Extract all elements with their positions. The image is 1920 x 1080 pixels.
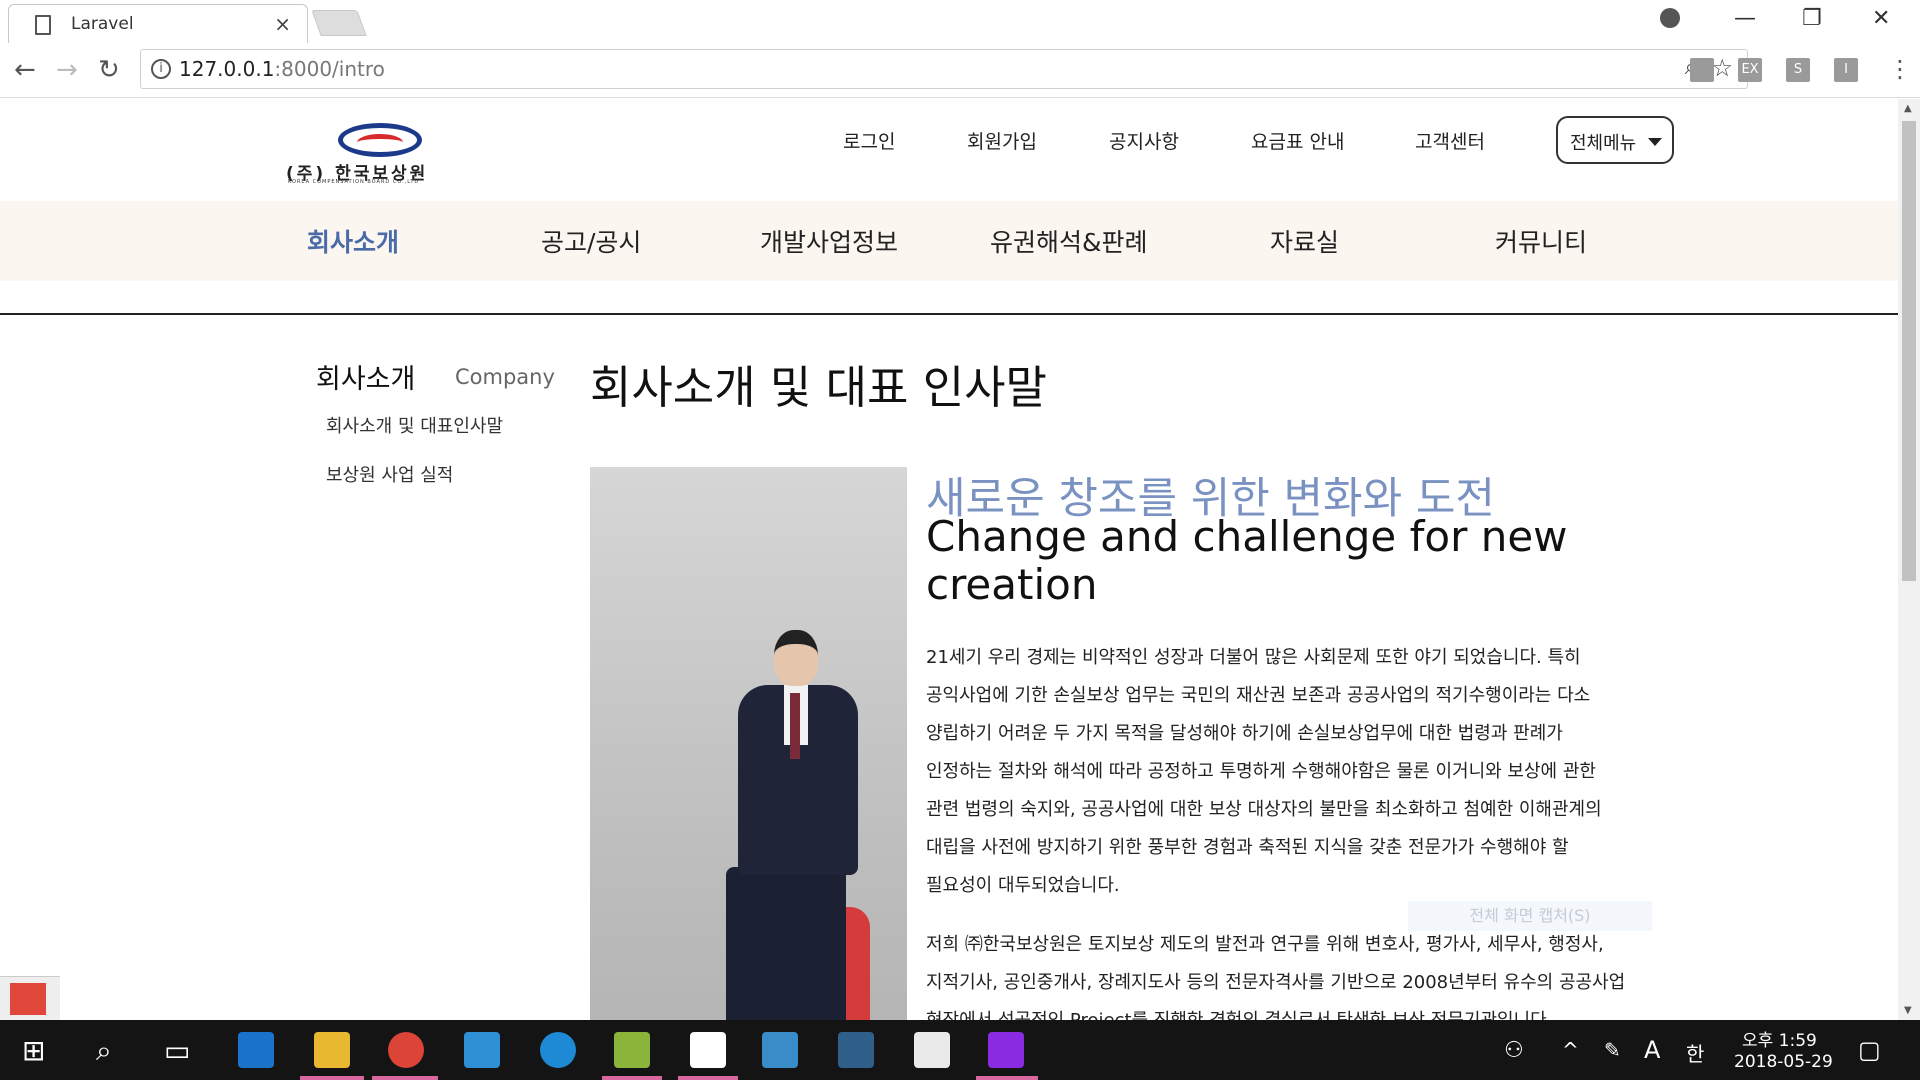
new-tab-button[interactable] bbox=[311, 10, 367, 36]
page-scrollbar[interactable]: ▲ ▼ bbox=[1898, 99, 1920, 1020]
active-indicator bbox=[372, 1076, 438, 1080]
tab-title: Laravel bbox=[71, 14, 134, 34]
company-logo[interactable]: (주) 한국보상원 KOREA COMPENSATION BOARD CO.,L… bbox=[286, 121, 476, 185]
logo-emblem-icon bbox=[338, 123, 422, 157]
all-menu-button[interactable]: 전체메뉴 bbox=[1556, 116, 1674, 164]
main-nav-company[interactable]: 회사소개 bbox=[307, 223, 399, 259]
sticky-notes-icon[interactable] bbox=[690, 1032, 726, 1068]
windows-start-icon[interactable]: ⊞ bbox=[22, 1034, 45, 1067]
internet-explorer-icon[interactable] bbox=[540, 1032, 576, 1068]
bookmark-star-icon[interactable]: ☆ bbox=[1711, 54, 1733, 82]
intro-paragraph-2: 저희 ㈜한국보상원은 토지보상 제도의 발전과 연구를 위해 변호사, 평가사,… bbox=[926, 934, 1626, 1020]
active-indicator bbox=[678, 1076, 738, 1080]
side-nav-title-en: Company bbox=[455, 365, 555, 389]
main-nav-dev-projects[interactable]: 개발사업정보 bbox=[760, 223, 898, 259]
browser-tab[interactable]: Laravel × bbox=[8, 4, 308, 43]
search-icon[interactable]: ⌕ bbox=[96, 1034, 112, 1068]
all-menu-label: 전체메뉴 bbox=[1570, 133, 1637, 154]
restore-icon[interactable]: ❐ bbox=[1802, 6, 1822, 31]
site-header: (주) 한국보상원 KOREA COMPENSATION BOARD CO.,L… bbox=[0, 99, 1898, 201]
util-nav-pricing[interactable]: 요금표 안내 bbox=[1251, 127, 1344, 154]
page-viewport: (주) 한국보상원 KOREA COMPENSATION BOARD CO.,L… bbox=[0, 99, 1898, 1020]
browser-menu-icon[interactable]: ⋮ bbox=[1888, 55, 1912, 83]
main-nav: 회사소개 공고/공시 개발사업정보 유권해석&판례 자료실 커뮤니티 bbox=[0, 201, 1898, 281]
main-nav-rulings[interactable]: 유권해석&판례 bbox=[990, 223, 1148, 259]
header-divider bbox=[0, 313, 1898, 315]
tab-close-icon[interactable]: × bbox=[274, 12, 291, 36]
intro-paragraph-1: 21세기 우리 경제는 비약적인 성장과 더불어 많은 사회문제 또한 야기 되… bbox=[926, 647, 1602, 896]
capture-tooltip: 전체 화면 캡처(S) bbox=[1408, 901, 1652, 931]
minimize-icon[interactable]: — bbox=[1734, 6, 1756, 31]
main-nav-announcements[interactable]: 공고/공시 bbox=[541, 223, 641, 259]
side-nav-title: 회사소개 bbox=[316, 364, 416, 395]
close-window-icon[interactable]: ✕ bbox=[1872, 6, 1890, 31]
people-icon[interactable]: ⚇ bbox=[1504, 1038, 1524, 1063]
profile-icon[interactable] bbox=[1660, 8, 1680, 28]
address-bar[interactable]: i 127.0.0.1:8000/intro ⌕ ☆ bbox=[140, 49, 1748, 89]
clock-time[interactable]: 오후 1:59 bbox=[1742, 1026, 1817, 1051]
util-nav-support[interactable]: 고객센터 bbox=[1415, 127, 1485, 154]
photos-icon[interactable] bbox=[914, 1032, 950, 1068]
util-nav-notice[interactable]: 공지사항 bbox=[1109, 127, 1179, 154]
app-blue-icon[interactable] bbox=[762, 1032, 798, 1068]
action-center-icon[interactable]: ▢ bbox=[1858, 1036, 1881, 1064]
task-view-icon[interactable]: ▭ bbox=[164, 1034, 190, 1067]
ceo-photo bbox=[590, 467, 907, 1020]
heading-english: Change and challenge for new creation bbox=[926, 512, 1568, 609]
util-nav-login[interactable]: 로그인 bbox=[843, 127, 895, 154]
control-panel-icon[interactable] bbox=[464, 1032, 500, 1068]
extension-i-icon[interactable]: I bbox=[1834, 58, 1858, 82]
active-indicator bbox=[602, 1076, 662, 1080]
util-nav-signup[interactable]: 회원가입 bbox=[967, 127, 1037, 154]
windows-taskbar: ⊞ ⌕ ▭ ⚇ ^ ✎ A 한 오후 1:59 2018-05-29 ▢ bbox=[0, 1020, 1920, 1080]
scroll-down-icon[interactable]: ▼ bbox=[1904, 1005, 1912, 1016]
ime-mode-a[interactable]: A bbox=[1644, 1036, 1660, 1064]
logo-subtitle: KOREA COMPENSATION BOARD CO.,LTD bbox=[288, 179, 420, 185]
scrollbar-thumb[interactable] bbox=[1902, 121, 1916, 581]
extension-ex-icon[interactable]: EX bbox=[1738, 58, 1762, 82]
site-info-icon[interactable]: i bbox=[151, 59, 171, 79]
ime-mode-han[interactable]: 한 bbox=[1686, 1038, 1704, 1067]
page-icon bbox=[35, 15, 51, 35]
reload-icon[interactable]: ↻ bbox=[98, 55, 120, 85]
caret-down-icon bbox=[1648, 138, 1662, 146]
browser-tabstrip: Laravel × — ❐ ✕ bbox=[0, 0, 1920, 43]
active-indicator bbox=[300, 1076, 364, 1080]
forward-icon[interactable]: → bbox=[56, 55, 78, 85]
floating-app-icon[interactable] bbox=[0, 976, 60, 1020]
main-nav-community[interactable]: 커뮤니티 bbox=[1495, 223, 1587, 259]
extension-s-icon[interactable]: S bbox=[1786, 58, 1810, 82]
url-text: 127.0.0.1:8000/intro bbox=[179, 57, 385, 81]
back-icon[interactable]: ← bbox=[14, 55, 36, 85]
chrome-icon[interactable] bbox=[388, 1032, 424, 1068]
page-title: 회사소개 및 대표 인사말 bbox=[590, 361, 1047, 414]
browser-toolbar: ← → ↻ i 127.0.0.1:8000/intro ⌕ ☆ EX S I … bbox=[0, 43, 1920, 98]
scroll-up-icon[interactable]: ▲ bbox=[1904, 103, 1912, 114]
clock-date[interactable]: 2018-05-29 bbox=[1734, 1052, 1833, 1072]
active-indicator bbox=[976, 1076, 1038, 1080]
mysql-workbench-icon[interactable] bbox=[838, 1032, 874, 1068]
side-nav-link-intro[interactable]: 회사소개 및 대표인사말 bbox=[326, 412, 503, 438]
main-nav-archive[interactable]: 자료실 bbox=[1270, 223, 1339, 259]
extension-pdf-icon[interactable] bbox=[1690, 58, 1714, 82]
side-nav-link-performance[interactable]: 보상원 사업 실적 bbox=[326, 461, 453, 487]
file-explorer-icon[interactable] bbox=[314, 1032, 350, 1068]
edge-icon[interactable] bbox=[238, 1032, 274, 1068]
app-green-icon[interactable] bbox=[614, 1032, 650, 1068]
pen-icon[interactable]: ✎ bbox=[1604, 1038, 1621, 1062]
tray-chevron-icon[interactable]: ^ bbox=[1562, 1038, 1579, 1062]
phpstorm-icon[interactable] bbox=[988, 1032, 1024, 1068]
